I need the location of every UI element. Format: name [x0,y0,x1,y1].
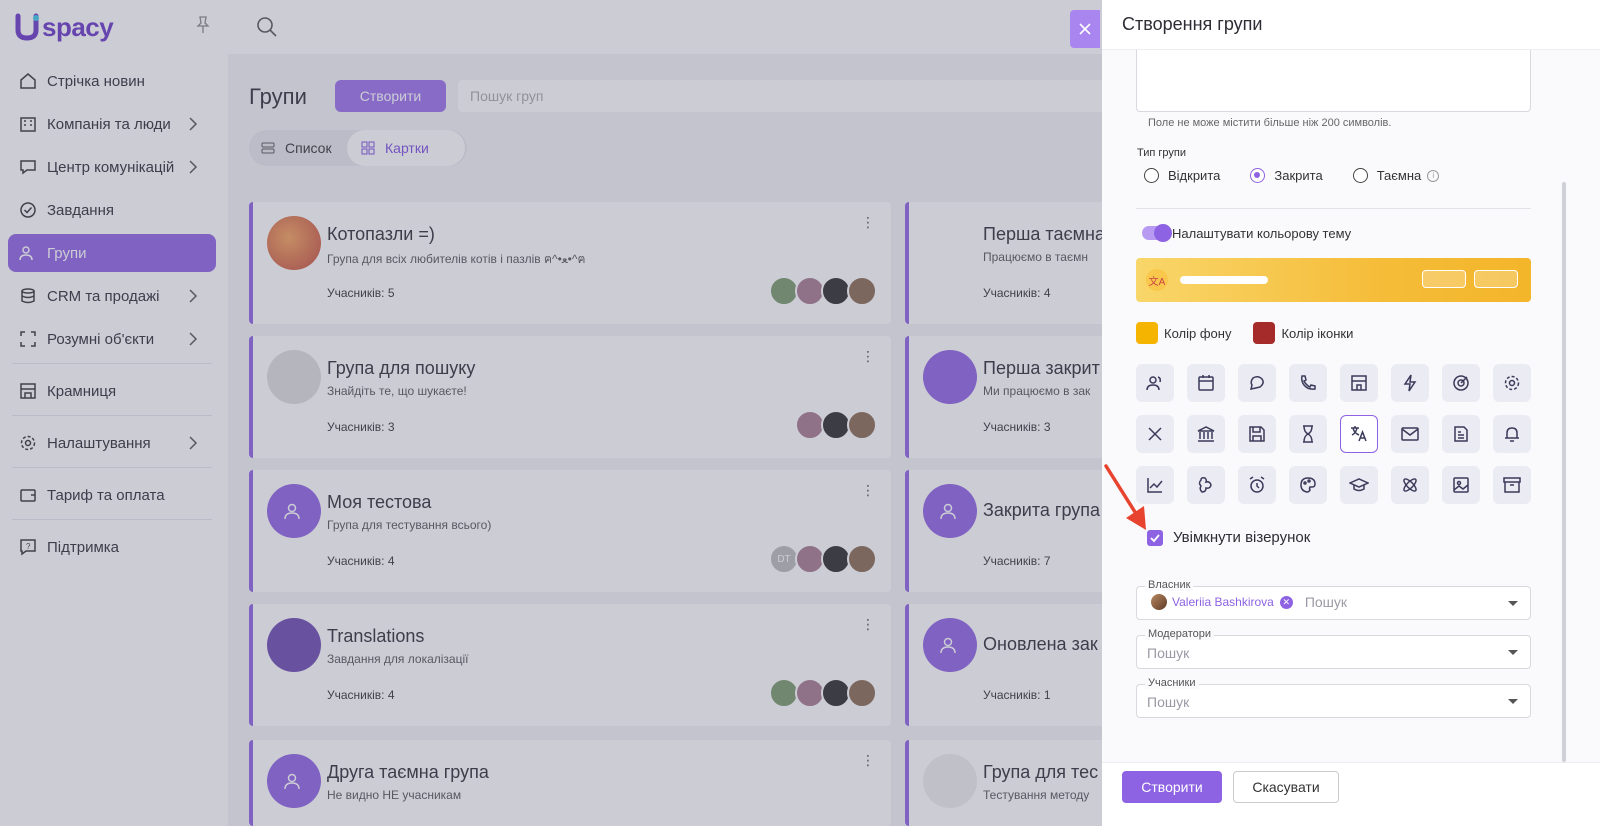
chevron-down-icon[interactable] [1508,601,1518,606]
background-color-swatch[interactable] [1136,322,1158,344]
graduation-icon[interactable] [1340,466,1378,504]
chat-icon[interactable] [1238,364,1276,402]
description-textarea[interactable] [1136,50,1531,112]
drawer-footer: Створити Скасувати [1102,762,1600,826]
moderators-label: Модератори [1145,628,1214,640]
chevron-down-icon[interactable] [1508,699,1518,704]
preview-button [1474,270,1518,288]
radio-open-label: Відкрита [1168,168,1221,183]
drawer-header: Створення групи [1102,0,1600,50]
group-type-radios: Відкрита Закрита Таємна i [1144,168,1440,183]
owner-search-placeholder: Пошук [1304,594,1348,610]
color-theme-toggle[interactable] [1142,224,1172,242]
icon-color-swatch[interactable] [1253,322,1276,344]
color-swatches: Колір фону Колір іконки [1136,322,1353,344]
archive-icon[interactable] [1493,466,1531,504]
remove-chip-icon[interactable]: ✕ [1279,595,1293,609]
translate-icon: 文A [1146,269,1168,291]
cancel-button[interactable]: Скасувати [1233,771,1339,803]
atom-icon[interactable] [1391,466,1429,504]
divider [1136,208,1531,209]
submit-create-button[interactable]: Створити [1122,771,1222,803]
translate-icon[interactable] [1340,415,1378,453]
drawer-title: Створення групи [1122,14,1263,34]
pattern-checkbox[interactable] [1147,530,1163,546]
phone-icon[interactable] [1289,364,1327,402]
annotation-arrow-icon [1104,464,1146,530]
owner-name: Valeriia Bashkirova [1172,595,1274,609]
mail-icon[interactable] [1391,415,1429,453]
store-icon[interactable] [1340,364,1378,402]
members-label: Учасники [1145,677,1199,689]
hourglass-icon[interactable] [1289,415,1327,453]
target-icon[interactable] [1442,364,1480,402]
color-theme-label: Налаштувати кольорову тему [1172,226,1352,241]
calendar-icon[interactable] [1187,364,1225,402]
icon-color-label: Колір іконки [1281,325,1354,341]
bell-icon[interactable] [1493,415,1531,453]
moderators-select[interactable]: Модератори Пошук [1136,628,1531,669]
users-icon[interactable] [1136,364,1174,402]
save-icon[interactable] [1238,415,1276,453]
theme-preview: 文A [1136,258,1531,302]
pattern-checkbox-label: Увімкнути візерунок [1173,529,1311,546]
gear-icon[interactable] [1493,364,1531,402]
radio-secret[interactable] [1352,168,1368,183]
create-group-drawer: Створення групи Поле не може містити біл… [1102,0,1600,826]
moderators-placeholder: Пошук [1147,645,1190,661]
drawer-scrollbar[interactable] [1562,182,1566,762]
description-hint: Поле не може містити більше ніж 200 симв… [1148,117,1392,129]
palette-icon[interactable] [1289,466,1327,504]
radio-secret-label: Таємна [1376,168,1422,183]
lightning-icon[interactable] [1391,364,1429,402]
alarm-icon[interactable] [1238,466,1276,504]
modal-overlay[interactable] [0,0,1102,826]
checkmark-icon [1150,534,1160,543]
owner-label: Власник [1145,579,1194,591]
bank-icon[interactable] [1187,415,1225,453]
close-drawer-button[interactable] [1070,10,1100,48]
image-icon[interactable] [1442,466,1480,504]
chevron-down-icon[interactable] [1508,650,1518,655]
group-type-label: Тип групи [1137,147,1187,159]
preview-button [1422,270,1466,288]
owner-select[interactable]: Власник Valeriia Bashkirova ✕ Пошук [1136,579,1531,620]
radio-open[interactable] [1144,168,1159,183]
tools-icon[interactable] [1136,415,1174,453]
avatar [1151,594,1167,610]
preview-title-bar [1180,276,1268,284]
members-placeholder: Пошук [1147,694,1190,710]
owner-chip: Valeriia Bashkirova ✕ Пошук [1151,594,1347,610]
close-icon [1079,23,1091,35]
radio-closed-label: Закрита [1274,168,1323,183]
info-icon[interactable]: i [1427,169,1440,182]
document-icon[interactable] [1442,415,1480,453]
background-color-label: Колір фону [1164,325,1232,341]
radio-closed[interactable] [1250,168,1266,183]
puzzle-icon[interactable] [1187,466,1225,504]
members-select[interactable]: Учасники Пошук [1136,677,1531,718]
